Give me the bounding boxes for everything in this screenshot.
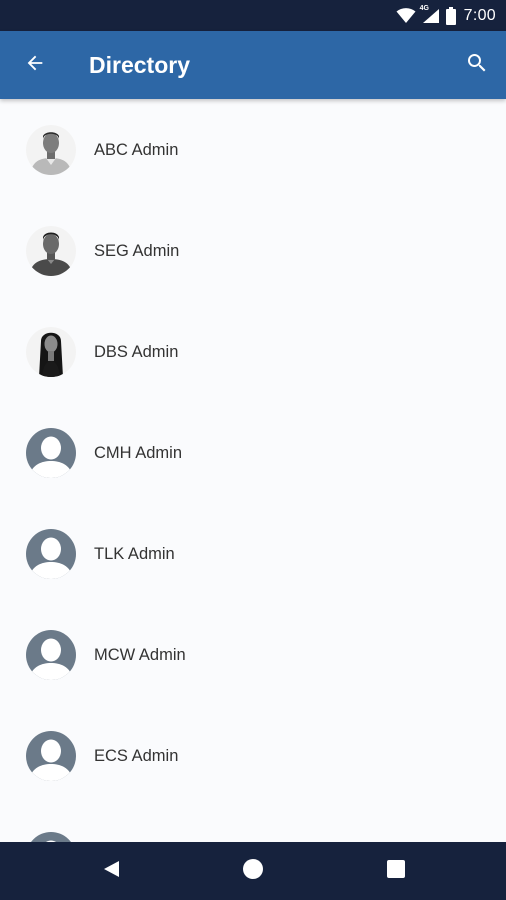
app-bar: Directory <box>0 31 506 99</box>
directory-list[interactable]: ABC Admin SEG Admin DBS Admin CMH Admin … <box>0 99 506 842</box>
arrow-back-icon <box>24 52 46 79</box>
status-time: 7:00 <box>463 6 496 24</box>
avatar-placeholder <box>26 428 76 478</box>
nav-recents-icon <box>386 859 406 884</box>
avatar-photo <box>26 327 76 377</box>
avatar-photo <box>26 125 76 175</box>
directory-item[interactable]: DBS Admin <box>0 301 506 402</box>
wifi-icon <box>396 7 416 24</box>
contact-name: TLK Admin <box>94 545 175 563</box>
avatar-placeholder <box>26 630 76 680</box>
search-icon <box>465 51 489 80</box>
directory-item[interactable]: SEG Admin <box>0 200 506 301</box>
avatar-placeholder <box>26 731 76 781</box>
contact-name: MCW Admin <box>94 646 186 664</box>
search-button[interactable] <box>462 50 492 80</box>
nav-back-icon <box>101 859 121 884</box>
cellular-signal-icon: 4G <box>419 4 440 24</box>
nav-back-button[interactable] <box>96 856 126 886</box>
contact-name: ABC Admin <box>94 141 179 159</box>
back-button[interactable] <box>20 50 50 80</box>
battery-icon <box>445 6 456 25</box>
contact-name: ECS Admin <box>94 747 179 765</box>
directory-item[interactable]: ABC Admin <box>0 99 506 200</box>
avatar-placeholder <box>26 529 76 579</box>
contact-name: SEG Admin <box>94 242 180 260</box>
directory-item[interactable]: ECS Admin <box>0 705 506 806</box>
directory-item[interactable]: TLK Admin <box>0 503 506 604</box>
avatar-photo <box>26 226 76 276</box>
navigation-bar <box>0 842 506 900</box>
page-title: Directory <box>89 52 190 78</box>
directory-item-partial[interactable] <box>0 806 506 842</box>
network-type-label: 4G <box>419 4 429 12</box>
nav-home-icon <box>242 858 264 885</box>
avatar-placeholder <box>26 832 76 842</box>
contact-name: DBS Admin <box>94 343 179 361</box>
nav-recents-button[interactable] <box>381 856 411 886</box>
directory-item[interactable]: MCW Admin <box>0 604 506 705</box>
nav-home-button[interactable] <box>238 856 268 886</box>
contact-name: CMH Admin <box>94 444 183 462</box>
status-bar: 4G 7:00 <box>0 0 506 31</box>
directory-item[interactable]: CMH Admin <box>0 402 506 503</box>
